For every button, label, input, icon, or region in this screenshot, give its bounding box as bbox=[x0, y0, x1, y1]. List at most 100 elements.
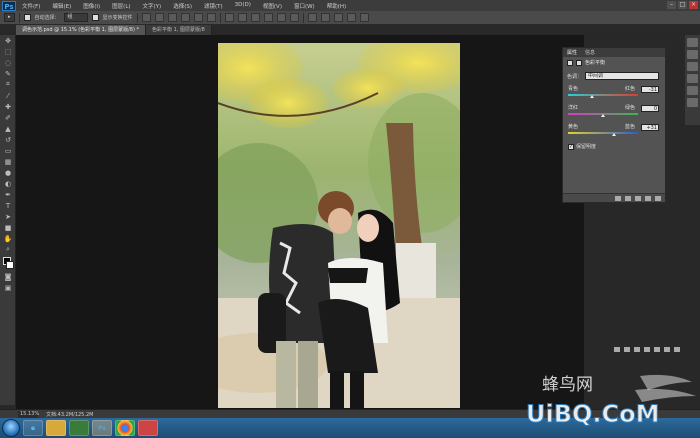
document-size[interactable]: 文档:43.2M/125.2M bbox=[46, 411, 93, 418]
trash-icon[interactable] bbox=[655, 195, 661, 201]
tab-info[interactable]: 信息 bbox=[581, 49, 599, 56]
3d-mode-icon[interactable] bbox=[307, 13, 317, 22]
tab-layer-mask[interactable]: 色彩平衡 1, 图层蒙版/8 bbox=[146, 25, 212, 35]
mask-icon[interactable] bbox=[576, 59, 582, 66]
dodge-tool-icon[interactable]: ◐ bbox=[2, 179, 14, 188]
menu-item[interactable]: 文字(Y) bbox=[137, 2, 168, 10]
quick-mask-icon[interactable]: ◙ bbox=[2, 272, 14, 281]
move-tool-icon[interactable]: ✥ bbox=[2, 36, 14, 45]
channels-panel-icon[interactable] bbox=[687, 98, 698, 107]
menu-item[interactable]: 选择(S) bbox=[167, 2, 198, 10]
distribute-bottom-icon[interactable] bbox=[250, 13, 260, 22]
marquee-tool-icon[interactable]: ⬚ bbox=[2, 47, 14, 56]
preserve-luminosity-checkbox[interactable]: ✓ bbox=[568, 143, 574, 150]
menu-item[interactable]: 图层(L) bbox=[106, 2, 136, 10]
zoom-level[interactable]: 15.13% bbox=[18, 410, 39, 418]
swatches-panel-icon[interactable] bbox=[687, 74, 698, 83]
new-group-icon[interactable] bbox=[654, 347, 660, 352]
media-icon[interactable] bbox=[69, 420, 89, 436]
menu-item[interactable]: 视图(V) bbox=[257, 2, 288, 10]
slider-track[interactable] bbox=[568, 132, 638, 134]
delete-layer-icon[interactable] bbox=[674, 347, 680, 352]
menu-item[interactable]: 3D(D) bbox=[229, 2, 257, 10]
align-top-icon[interactable] bbox=[141, 13, 151, 22]
app-icon[interactable] bbox=[138, 420, 158, 436]
menu-item[interactable]: 窗口(W) bbox=[288, 2, 321, 10]
3d-rotate-icon[interactable] bbox=[320, 13, 330, 22]
distribute-left-icon[interactable] bbox=[263, 13, 273, 22]
link-layers-icon[interactable] bbox=[614, 347, 620, 352]
eraser-tool-icon[interactable]: ▭ bbox=[2, 146, 14, 155]
blur-tool-icon[interactable]: ● bbox=[2, 168, 14, 177]
align-center-icon[interactable] bbox=[193, 13, 203, 22]
slider-thumb[interactable] bbox=[611, 133, 616, 136]
menu-item[interactable]: 帮助(H) bbox=[321, 2, 352, 10]
actions-panel-icon[interactable] bbox=[687, 50, 698, 59]
color-panel-icon[interactable] bbox=[687, 62, 698, 71]
zoom-tool-icon[interactable]: ⌕ bbox=[2, 245, 14, 254]
reset-icon[interactable] bbox=[635, 195, 641, 201]
slider-thumb[interactable] bbox=[590, 95, 595, 98]
clone-stamp-tool-icon[interactable]: ▲ bbox=[2, 124, 14, 133]
menu-item[interactable]: 滤镜(T) bbox=[198, 2, 229, 10]
align-left-icon[interactable] bbox=[180, 13, 190, 22]
slider-value-field[interactable]: -31 bbox=[641, 86, 659, 93]
clip-to-layer-icon[interactable] bbox=[615, 195, 621, 201]
tool-preset-picker[interactable]: ▸ bbox=[4, 13, 15, 22]
layers-panel-icon[interactable] bbox=[687, 86, 698, 95]
3d-scale-icon[interactable] bbox=[359, 13, 369, 22]
path-select-tool-icon[interactable]: ➤ bbox=[2, 212, 14, 221]
history-panel-icon[interactable] bbox=[687, 38, 698, 47]
adjustment-layer-icon[interactable] bbox=[644, 347, 650, 352]
history-brush-tool-icon[interactable]: ↺ bbox=[2, 135, 14, 144]
brush-tool-icon[interactable]: ✐ bbox=[2, 113, 14, 122]
minimize-button[interactable]: – bbox=[667, 1, 676, 9]
folder-icon[interactable] bbox=[46, 420, 66, 436]
tone-dropdown[interactable]: 中间调 bbox=[585, 72, 660, 80]
pen-tool-icon[interactable]: ✒ bbox=[2, 190, 14, 199]
quick-select-tool-icon[interactable]: ✎ bbox=[2, 69, 14, 78]
tab-properties[interactable]: 属性 bbox=[563, 49, 581, 56]
slider-track[interactable] bbox=[568, 94, 638, 96]
shape-tool-icon[interactable]: ■ bbox=[2, 223, 14, 232]
healing-brush-tool-icon[interactable]: ✚ bbox=[2, 102, 14, 111]
align-bottom-icon[interactable] bbox=[167, 13, 177, 22]
distribute-middle-icon[interactable] bbox=[237, 13, 247, 22]
close-button[interactable]: × bbox=[689, 1, 698, 9]
document-photo[interactable] bbox=[218, 43, 460, 408]
distribute-right-icon[interactable] bbox=[289, 13, 299, 22]
tab-document[interactable]: 调色示范.psd @ 15.1% (色彩平衡 1, 图层蒙版/8) * bbox=[16, 25, 147, 35]
foreground-background-colors[interactable] bbox=[2, 256, 14, 270]
maximize-button[interactable]: □ bbox=[678, 1, 687, 9]
show-transform-checkbox[interactable] bbox=[91, 14, 99, 21]
add-mask-icon[interactable] bbox=[634, 347, 640, 352]
auto-select-dropdown[interactable]: 组 bbox=[63, 13, 88, 22]
slider-value-field[interactable]: +31 bbox=[641, 124, 659, 131]
slider-value-field[interactable]: 0 bbox=[641, 105, 659, 112]
photoshop-taskbar-icon[interactable]: Ps bbox=[92, 420, 112, 436]
menu-item[interactable]: 图像(I) bbox=[77, 2, 106, 10]
type-tool-icon[interactable]: T bbox=[2, 201, 14, 210]
visibility-icon[interactable] bbox=[645, 195, 651, 201]
lasso-tool-icon[interactable]: ◌ bbox=[2, 58, 14, 67]
new-layer-icon[interactable] bbox=[664, 347, 670, 352]
eyedropper-tool-icon[interactable]: ⁄ bbox=[2, 91, 14, 100]
distribute-top-icon[interactable] bbox=[224, 13, 234, 22]
hand-tool-icon[interactable]: ✋ bbox=[2, 234, 14, 243]
auto-select-checkbox[interactable] bbox=[23, 14, 31, 21]
align-right-icon[interactable] bbox=[206, 13, 216, 22]
chrome-icon[interactable] bbox=[115, 420, 135, 436]
gradient-tool-icon[interactable]: ▦ bbox=[2, 157, 14, 166]
start-button[interactable] bbox=[2, 419, 20, 437]
3d-pan-icon[interactable] bbox=[333, 13, 343, 22]
menu-item[interactable]: 文件(F) bbox=[16, 2, 46, 10]
align-middle-icon[interactable] bbox=[154, 13, 164, 22]
3d-slide-icon[interactable] bbox=[346, 13, 356, 22]
ie-icon[interactable]: e bbox=[23, 420, 43, 436]
view-previous-icon[interactable] bbox=[625, 195, 631, 201]
layer-style-icon[interactable] bbox=[624, 347, 630, 352]
screen-mode-icon[interactable]: ▣ bbox=[2, 283, 14, 292]
slider-thumb[interactable] bbox=[601, 114, 605, 117]
crop-tool-icon[interactable]: ⌗ bbox=[2, 80, 14, 89]
distribute-center-icon[interactable] bbox=[276, 13, 286, 22]
